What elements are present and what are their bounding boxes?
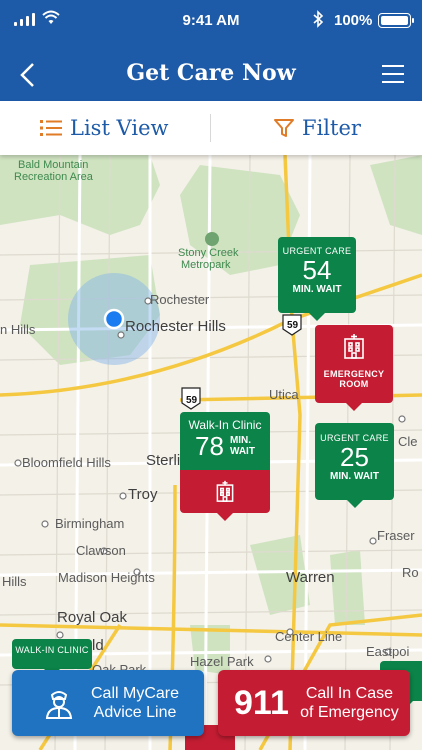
map-label: Ro: [402, 565, 419, 580]
map-label: Fraser: [377, 528, 415, 543]
call-mycare-advice-button[interactable]: Call MyCare Advice Line: [12, 670, 204, 736]
marker-type: ROOM: [339, 379, 369, 389]
map-label: Rochester Hills: [125, 318, 226, 335]
wait-unit: MIN. WAIT: [292, 284, 342, 295]
battery-icon: [378, 13, 414, 28]
wait-minutes: 25: [340, 442, 369, 472]
map-label: Hills: [2, 574, 27, 589]
emergency-number: 911: [234, 683, 289, 722]
emergency-label-line1: Call In Case: [305, 685, 393, 702]
view-toolbar: List View Filter: [0, 101, 422, 155]
map-label: Rochester: [150, 292, 210, 307]
call-911-button[interactable]: 911 Call In Case of Emergency: [218, 670, 410, 736]
filter-label: Filter: [302, 116, 361, 140]
wait-minutes: 54: [302, 255, 332, 285]
marker-type: Walk-In Clinic: [188, 418, 262, 432]
hamburger-menu-icon[interactable]: [382, 65, 404, 83]
wait-minutes: 78: [195, 431, 224, 461]
map-label: Warren: [286, 569, 335, 586]
map-label: Bloomfield Hills: [22, 455, 111, 470]
app-header: 9:41 AM 100% Get Care Now: [0, 0, 422, 101]
urgent-care-marker[interactable]: URGENT CARE 54 MIN. WAIT: [278, 237, 356, 321]
map-label: Birmingham: [55, 516, 125, 531]
map-label: Madison Heights: [58, 570, 155, 585]
map-label: Bald Mountain: [18, 159, 89, 171]
hospital-icon: [216, 480, 234, 502]
map-label: Hazel Park: [190, 654, 254, 669]
map-label: n Hills: [0, 322, 36, 337]
map-label: Metropark: [181, 259, 231, 271]
walk-in-clinic-marker[interactable]: Walk-In Clinic 78 MIN. WAIT: [180, 412, 270, 478]
map-label: Clawson: [76, 543, 126, 558]
list-view-button[interactable]: List View: [40, 101, 168, 155]
map-label: Eastpoi: [366, 644, 410, 659]
current-location-dot: [103, 308, 125, 330]
map-label: Royal Oak: [57, 609, 128, 626]
map-label: Utica: [269, 387, 299, 402]
map-label: Recreation Area: [14, 171, 93, 183]
list-view-label: List View: [70, 116, 169, 140]
route-number: 59: [186, 395, 198, 406]
nurse-icon: [45, 691, 73, 719]
map-label: Stony Creek: [178, 247, 239, 259]
filter-button[interactable]: Filter: [274, 101, 361, 155]
marker-type: EMERGENCY: [323, 369, 385, 379]
map-label: Cle: [398, 434, 418, 449]
map-view[interactable]: Bald Mountain Recreation Area Stony Cree…: [0, 155, 422, 750]
filter-icon: [274, 119, 294, 137]
status-bar: 9:41 AM 100%: [0, 0, 422, 40]
mycare-label-line2: Advice Line: [93, 704, 177, 721]
route-number: 59: [287, 320, 299, 331]
map-label: Troy: [128, 486, 158, 503]
wait-unit: MIN.: [229, 435, 252, 446]
walk-in-hospital-marker[interactable]: [180, 470, 270, 521]
emergency-room-marker[interactable]: EMERGENCY ROOM: [315, 325, 393, 411]
battery-percent: 100%: [334, 12, 373, 29]
hospital-icon: [344, 334, 364, 359]
wait-unit: WAIT: [229, 446, 255, 457]
map-label: Center Line: [275, 629, 343, 644]
toolbar-divider: [210, 114, 211, 142]
emergency-label-line2: of Emergency: [300, 704, 399, 721]
mycare-label-line1: Call MyCare: [90, 685, 179, 702]
walk-in-clinic-marker[interactable]: WALK-IN CLINIC: [12, 639, 92, 677]
urgent-care-marker[interactable]: URGENT CARE 25 MIN. WAIT: [315, 423, 394, 508]
wait-unit: MIN. WAIT: [330, 471, 379, 482]
page-title: Get Care Now: [126, 60, 296, 86]
marker-type: WALK-IN CLINIC: [15, 645, 89, 655]
bluetooth-icon: [313, 10, 324, 28]
map-label: ld: [92, 637, 104, 654]
list-icon: [40, 120, 62, 136]
